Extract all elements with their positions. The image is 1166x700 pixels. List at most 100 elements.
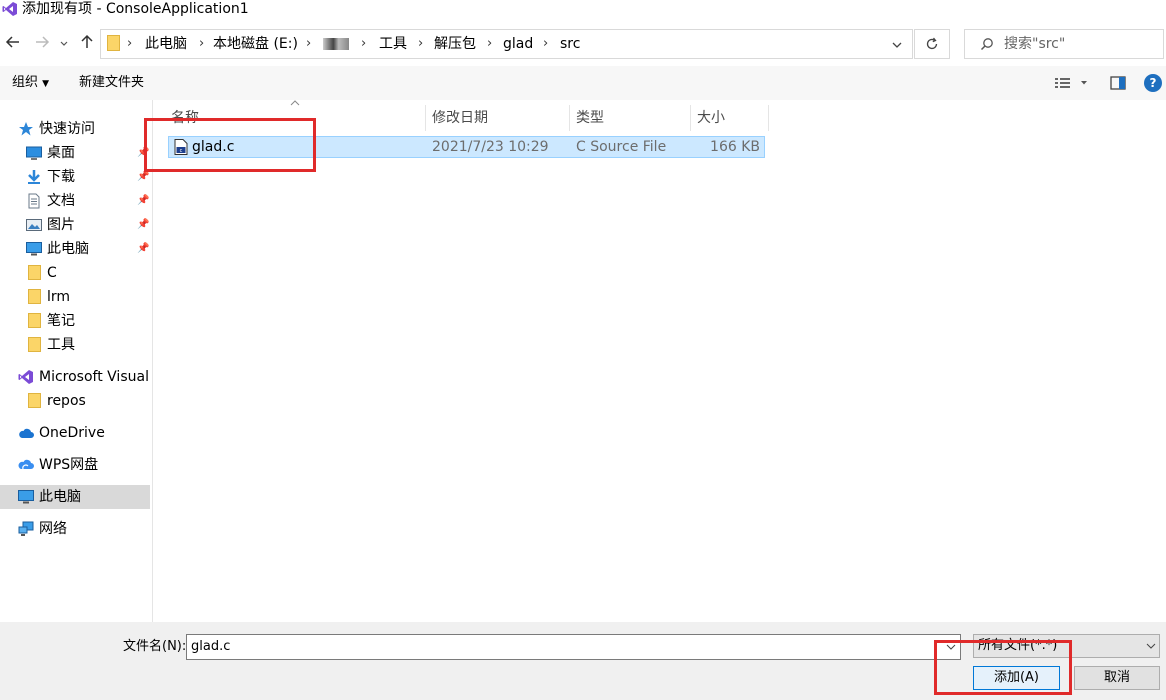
star-icon [19,122,33,136]
sidebar-item-folder-notes[interactable]: 笔记 [0,309,150,333]
help-icon[interactable]: ? [1144,74,1162,92]
sidebar-item-label: repos [47,393,86,409]
sidebar-item-desktop[interactable]: 桌面 📌 [0,141,150,165]
breadcrumb-item[interactable]: src [560,30,580,58]
picture-icon [26,219,42,231]
desktop-icon [26,146,42,160]
refresh-button[interactable] [914,29,950,59]
pin-icon: 📌 [137,243,150,254]
search-icon [980,38,993,51]
chevron-down-icon [1146,643,1156,649]
filename-value: glad.c [191,639,231,654]
chevron-down-icon [60,41,68,46]
redacted-breadcrumb-item[interactable] [323,38,349,50]
arrow-up-icon [81,34,93,48]
sidebar-item-pictures[interactable]: 图片 📌 [0,213,150,237]
sidebar-item-label: 文档 [47,193,75,209]
view-options-button[interactable] [1054,76,1090,94]
sidebar-item-onedrive[interactable]: OneDrive [0,421,150,445]
navigation-pane: 快速访问 桌面 📌 下载 📌 文档 📌 图片 📌 此电脑 📌 C lrm 笔记 [0,100,153,622]
arrow-left-icon [5,36,19,48]
visual-studio-icon [2,2,17,16]
search-input[interactable]: 搜索"src" [964,29,1164,59]
computer-icon [26,242,42,256]
folder-icon [28,289,41,304]
chevron-down-icon[interactable] [891,39,903,51]
filename-label: 文件名(N): [123,639,187,654]
column-header-modified[interactable]: 修改日期 [426,105,570,131]
download-icon [28,170,40,184]
breadcrumb-item[interactable]: 此电脑 [145,30,187,58]
sidebar-item-microsoft-visual[interactable]: Microsoft Visual [0,365,150,389]
sidebar-item-folder-c[interactable]: C [0,261,150,285]
view-list-icon [1055,78,1087,88]
folder-icon [28,337,41,352]
breadcrumb-item[interactable]: 解压包 [434,30,476,58]
sidebar-item-label: 下载 [47,169,75,185]
file-type: C Source File [576,139,667,155]
sidebar-item-label: WPS网盘 [39,457,99,473]
sidebar-item-label: Microsoft Visual [39,369,149,385]
refresh-icon [926,37,938,50]
toolbar: 组织 ▼ 新建文件夹 ? [0,66,1166,101]
window-title: 添加现有项 - ConsoleApplication1 [22,1,249,17]
pin-icon: 📌 [137,195,150,206]
cloud-icon [18,459,34,470]
breadcrumb-separator: › [418,36,424,51]
recent-locations-button[interactable] [57,34,71,54]
pin-icon: 📌 [137,219,150,230]
title-bar: 添加现有项 - ConsoleApplication1 [0,0,1166,22]
breadcrumb-separator: › [543,36,549,51]
file-size: 166 KB [710,139,760,155]
chevron-down-icon: ▼ [42,79,50,89]
cloud-icon [19,428,34,438]
column-header-size[interactable]: 大小 [691,105,769,131]
back-button[interactable] [3,34,23,54]
preview-pane-button[interactable] [1110,76,1126,94]
organize-button[interactable]: 组织 ▼ [12,66,49,101]
folder-icon [28,393,41,408]
forward-button[interactable] [32,34,52,54]
sidebar-item-label: 网络 [39,521,67,537]
sidebar-item-label: 桌面 [47,145,75,161]
file-modified: 2021/7/23 10:29 [432,139,549,155]
sidebar-item-label: OneDrive [39,425,105,441]
sidebar-item-label: 图片 [47,217,75,233]
folder-icon [28,313,41,328]
network-icon [18,521,34,536]
sidebar-item-wps[interactable]: WPS网盘 [0,453,150,477]
sidebar-item-label: 快速访问 [39,121,95,137]
breadcrumb-separator: › [361,36,367,51]
sidebar-item-label: 笔记 [47,313,75,329]
sidebar-item-folder-tools[interactable]: 工具 [0,333,150,357]
arrow-right-icon [36,36,50,48]
sidebar-item-this-pc[interactable]: 此电脑 [0,485,150,509]
column-header-type[interactable]: 类型 [570,105,691,131]
sidebar-item-label: 工具 [47,337,75,353]
sidebar-item-network[interactable]: 网络 [0,517,150,541]
sidebar-item-documents[interactable]: 文档 📌 [0,189,150,213]
sidebar-item-this-pc-pinned[interactable]: 此电脑 📌 [0,237,150,261]
new-folder-button[interactable]: 新建文件夹 [79,66,144,100]
filename-input[interactable]: glad.c [186,634,961,660]
sidebar-item-folder-lrm[interactable]: lrm [0,285,150,309]
breadcrumb-separator: › [127,36,133,51]
sidebar-item-downloads[interactable]: 下载 📌 [0,165,150,189]
breadcrumb-item[interactable]: 工具 [379,30,407,58]
annotation-highlight-file [144,118,316,172]
sidebar-item-folder-repos[interactable]: repos [0,389,150,413]
search-placeholder: 搜索"src" [1004,36,1066,52]
address-bar[interactable]: › 此电脑 › 本地磁盘 (E:) › › 工具 › 解压包 › glad › … [100,29,913,59]
sidebar-item-quick-access[interactable]: 快速访问 [0,117,150,141]
cancel-button[interactable]: 取消 [1074,666,1160,690]
file-list-pane: 名称 修改日期 类型 大小 c glad.c 2021/7/23 10:29 C… [153,100,1166,622]
folder-icon [107,35,120,51]
breadcrumb-item[interactable]: glad [503,30,533,58]
breadcrumb-item[interactable]: 本地磁盘 (E:) [213,30,298,58]
computer-icon [18,490,34,504]
sidebar-item-label: 此电脑 [39,489,81,505]
up-button[interactable] [77,34,97,54]
annotation-highlight-add [934,640,1072,695]
sidebar-item-label: 此电脑 [47,241,89,257]
folder-icon [28,265,41,280]
